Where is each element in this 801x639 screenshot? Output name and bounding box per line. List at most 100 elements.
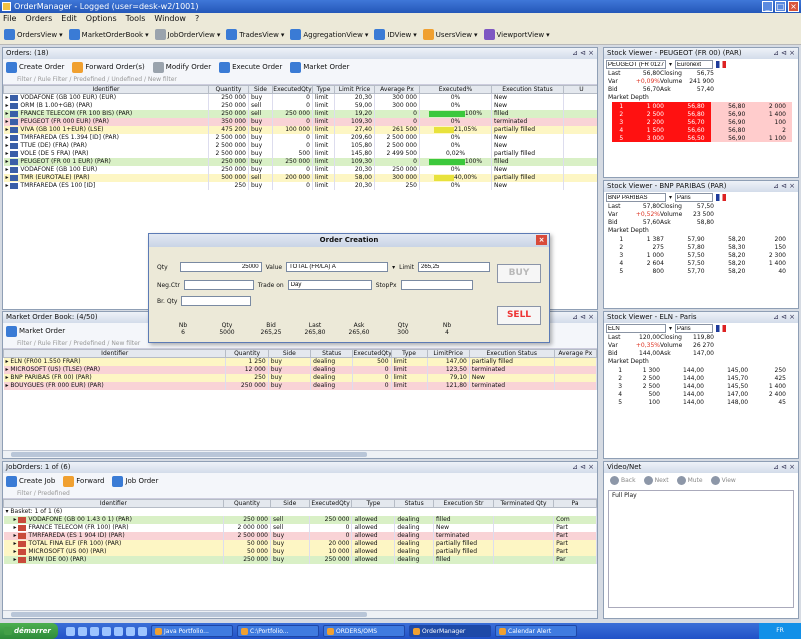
action-button-2[interactable]: Modify Order <box>152 61 211 73</box>
table-row[interactable]: ▸ MICROSOFT (US) (TLSE) (PAR) 12 000 buy de… <box>3 365 597 374</box>
column-header[interactable]: Identifier <box>3 85 209 94</box>
table-row[interactable]: ▸ VODAFONE (GB 100 EUR) (EUR) 250 000 buy 0… <box>3 93 597 102</box>
table-row[interactable]: ▸ BNP PARIBAS (FR 00) (PAR) 250 buy dealing… <box>3 373 597 382</box>
symbol-input[interactable] <box>606 193 666 202</box>
toolbar-button-0[interactable]: OrdersView ▾ <box>4 29 63 40</box>
table-row[interactable]: ▸ VODAFONE (GB 00 1.43 0 1) (PAR) 250 000… <box>3 515 597 524</box>
panel-tools[interactable]: ⊿ ⊲ × <box>572 462 594 473</box>
minimize-button[interactable]: _ <box>762 1 773 12</box>
table-row[interactable]: ▸ VOLE (DE 5 FRA) (PAR) 2 500 000 buy 500 li… <box>3 149 597 158</box>
symbol-input[interactable] <box>606 324 666 333</box>
toolbar-button-7[interactable]: ViewportView ▾ <box>483 29 550 40</box>
table-row[interactable]: ▸ BOUYGUES (FR 000 EUR) (PAR) 250 000 buy d… <box>3 381 597 390</box>
taskbar-task[interactable]: OrderManager <box>409 625 491 637</box>
panel-tools[interactable]: ⊿ ⊲ × <box>572 312 594 323</box>
action-button-0[interactable]: Create Order <box>6 61 64 73</box>
chevron-down-icon[interactable]: ▾ <box>669 61 672 68</box>
column-header[interactable]: Limit Price <box>334 85 375 94</box>
sell-button[interactable]: SELL <box>497 306 541 325</box>
column-header[interactable]: ExecutedQty <box>352 349 392 358</box>
menu-item-5[interactable]: Window <box>154 13 186 25</box>
chevron-down-icon[interactable]: ▾ <box>217 31 221 39</box>
quick-launch-icon[interactable] <box>126 626 135 636</box>
media-button-3[interactable]: View <box>710 476 736 485</box>
column-header[interactable]: Type <box>390 349 428 358</box>
panel-tools[interactable]: ⊿ ⊲ × <box>773 312 795 323</box>
chevron-down-icon[interactable]: ▾ <box>59 31 63 39</box>
toolbar-button-3[interactable]: TradesView ▾ <box>226 29 284 40</box>
table-row[interactable]: ▸ PEUGEOT (FR 000 EUR) (PAR) 350 000 buy 0 l… <box>3 117 597 126</box>
table-row[interactable]: ▸ TMRFAREDA (ES 100 [ID] 250 buy 0 limit 20,3… <box>3 181 597 190</box>
table-row[interactable]: ▸ FRANCE TELECOM (FR 100 BIS) (PAR) 250 0… <box>3 109 597 118</box>
chevron-down-icon[interactable]: ▾ <box>669 194 672 201</box>
action-button-1[interactable]: Forward Order(s) <box>72 61 145 73</box>
book-horizontal-scrollbar[interactable] <box>3 450 597 458</box>
table-row[interactable]: ▸ FRANCE TELECOM (FR 100) (PAR) 2 000 000… <box>3 523 597 532</box>
tradeon-select[interactable] <box>287 280 372 290</box>
media-button-0[interactable]: Back <box>610 476 636 485</box>
action-button-2[interactable]: Job Order <box>112 475 158 487</box>
nego-input[interactable] <box>183 280 254 290</box>
system-tray[interactable]: FR <box>759 623 801 639</box>
column-header[interactable]: Terminated Qty <box>493 499 555 508</box>
menu-item-1[interactable]: Orders <box>25 13 52 25</box>
chevron-down-icon[interactable]: ▾ <box>365 31 369 39</box>
column-header[interactable]: Type <box>312 85 335 94</box>
panel-tools[interactable]: ⊿ ⊲ × <box>773 48 795 59</box>
broker-input[interactable] <box>181 296 252 306</box>
market-select[interactable] <box>675 324 714 333</box>
column-header[interactable]: Type <box>351 499 396 508</box>
menu-item-0[interactable]: File <box>3 13 16 25</box>
maximize-button[interactable]: □ <box>775 1 786 12</box>
media-button-2[interactable]: Mute <box>676 476 703 485</box>
column-header[interactable]: Average Px <box>374 85 420 94</box>
column-header[interactable]: Average Px <box>553 349 597 358</box>
column-header[interactable]: Quantity <box>208 85 249 94</box>
panel-tools[interactable]: ⊿ ⊲ × <box>773 462 795 473</box>
toolbar-button-6[interactable]: UsersView ▾ <box>422 29 478 40</box>
action-button-0[interactable]: Market Order <box>6 325 65 337</box>
column-header[interactable]: Identifier <box>3 349 227 358</box>
column-header[interactable]: Status <box>394 499 434 508</box>
column-header[interactable]: U <box>563 85 597 94</box>
column-header[interactable]: Execution Str <box>432 499 495 508</box>
table-row[interactable]: ▸ ELN (FR00 1.550 FRAR) 1 250 buy dealing 50… <box>3 357 597 366</box>
orders-filter[interactable]: Filter / Rule Filter / Predefined / Unde… <box>3 75 597 85</box>
table-row[interactable]: ▸ BMW (DE 00) (PAR) 250 000 buy 250 000 allo… <box>3 555 597 564</box>
media-button-1[interactable]: Next <box>643 476 669 485</box>
action-button-4[interactable]: Market Order <box>290 61 349 73</box>
column-header[interactable]: LimitPrice <box>426 349 470 358</box>
column-header[interactable]: Pa <box>553 499 597 508</box>
close-button[interactable]: × <box>788 1 799 12</box>
column-header[interactable]: Status <box>310 349 354 358</box>
column-header[interactable]: Quantity <box>222 499 272 508</box>
column-header[interactable]: Side <box>248 85 273 94</box>
menu-item-4[interactable]: Tools <box>126 13 146 25</box>
chevron-down-icon[interactable]: ▾ <box>145 31 149 39</box>
job-horizontal-scrollbar[interactable] <box>3 610 597 618</box>
buy-button[interactable]: BUY <box>497 264 541 283</box>
taskbar-task[interactable]: C:\Portfolio... <box>237 625 319 637</box>
column-header[interactable]: Side <box>270 499 310 508</box>
column-header[interactable]: Executed% <box>419 85 492 94</box>
limit-input[interactable] <box>418 262 491 272</box>
value-dropdown-icon[interactable]: ▾ <box>392 264 395 271</box>
toolbar-button-2[interactable]: JobOrderView ▾ <box>154 29 221 40</box>
media-list[interactable]: Full Play <box>608 490 794 608</box>
action-button-0[interactable]: Create Job <box>6 475 55 487</box>
action-button-3[interactable]: Execute Order <box>219 61 282 73</box>
chevron-down-icon[interactable]: ▾ <box>669 325 672 332</box>
media-list-item[interactable]: Full Play <box>612 492 637 499</box>
column-header[interactable]: Execution Status <box>491 85 564 94</box>
quick-launch-icon[interactable] <box>114 626 123 636</box>
menu-item-6[interactable]: ? <box>195 13 199 25</box>
toolbar-button-4[interactable]: AggregationView ▾ <box>290 29 368 40</box>
table-row[interactable]: ▸ TMRFAREDA (ES 1.394 [ID] (PAR) 2 500 00… <box>3 133 597 142</box>
stoppx-input[interactable] <box>400 280 473 290</box>
panel-tools[interactable]: ⊿ ⊲ × <box>572 48 594 59</box>
table-row[interactable]: ▸ TOTAL FINA ELF (FR 100) (PAR) 50 000 buy… <box>3 539 597 548</box>
taskbar-task[interactable]: ORDERS/OMS <box>323 625 405 637</box>
quick-launch-icon[interactable] <box>90 626 99 636</box>
column-header[interactable]: Identifier <box>3 499 224 508</box>
toolbar-button-5[interactable]: IDView ▾ <box>374 29 417 40</box>
